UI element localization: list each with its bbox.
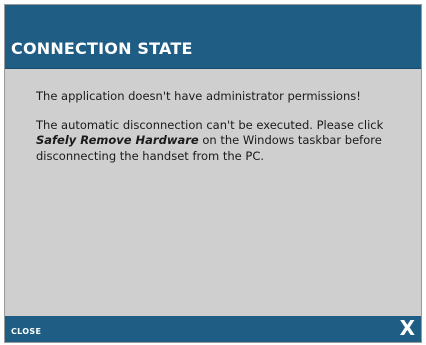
safely-remove-hardware-text: Safely Remove Hardware	[36, 133, 199, 147]
connection-state-dialog: CONNECTION STATE The application doesn't…	[4, 4, 422, 343]
dialog-message: The application doesn't have administrat…	[36, 89, 406, 177]
dialog-footer: CLOSE X	[5, 316, 421, 342]
permissions-warning: The application doesn't have administrat…	[36, 89, 361, 103]
instruction-text-part1: The automatic disconnection can't be exe…	[36, 117, 384, 132]
dialog-title: CONNECTION STATE	[11, 39, 193, 58]
instruction-text: The automatic disconnection can't be exe…	[36, 118, 406, 165]
close-button[interactable]: CLOSE	[11, 327, 41, 336]
dialog-header: CONNECTION STATE	[5, 5, 421, 69]
close-icon[interactable]: X	[400, 315, 415, 341]
